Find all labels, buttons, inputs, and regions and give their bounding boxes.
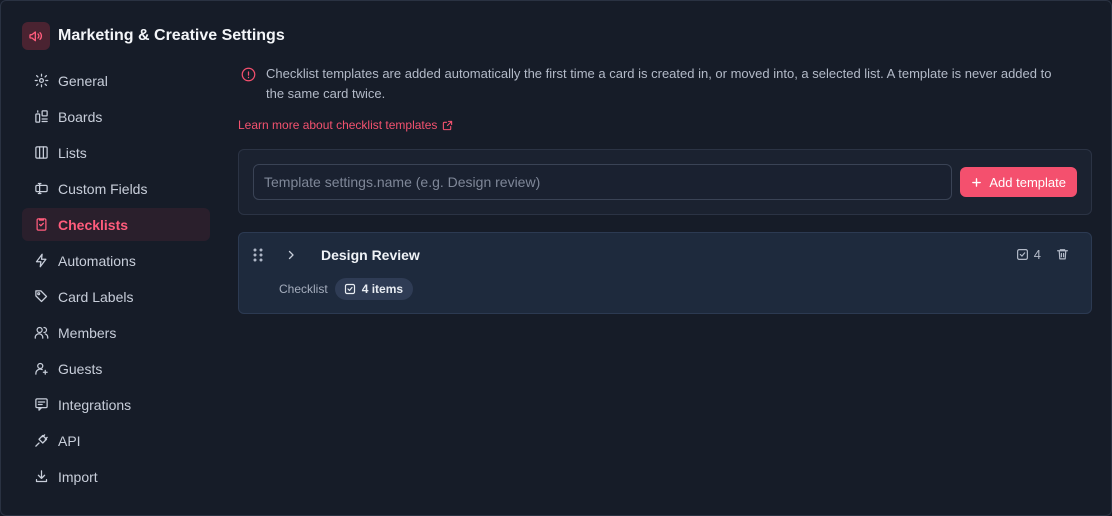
sidebar-item-api[interactable]: API: [22, 424, 210, 457]
info-icon: [241, 67, 256, 82]
sidebar-item-label: Automations: [58, 252, 136, 269]
sidebar-item-general[interactable]: General: [22, 64, 210, 97]
add-template-label: Add template: [989, 174, 1066, 190]
template-details: Checklist 4 items: [279, 278, 414, 300]
template-name: Design Review: [321, 247, 420, 263]
user-plus-icon: [35, 362, 48, 375]
sidebar-item-label: Integrations: [58, 396, 132, 413]
sidebar-item-label: Boards: [58, 108, 103, 125]
integrations-icon: [35, 398, 48, 411]
template-count-value: 4: [1033, 247, 1041, 262]
checkbox-icon: [1016, 249, 1028, 260]
sidebar-item-checklists[interactable]: Checklists: [22, 208, 210, 241]
checklist-settings-content: Checklist templates are added automatica…: [238, 64, 1092, 314]
sidebar-item-label: Checklists: [58, 216, 129, 233]
lists-icon: [35, 146, 48, 159]
sidebar-item-import[interactable]: Import: [22, 460, 210, 493]
checklist-icon: [36, 218, 47, 231]
users-icon: [34, 326, 49, 339]
sidebar-item-members[interactable]: Members: [22, 316, 210, 349]
info-notice: Checklist templates are added automatica…: [238, 64, 1092, 104]
settings-panel: Marketing & Creative Settings General Bo…: [0, 0, 1112, 516]
plug-icon: [35, 434, 48, 447]
sidebar-item-card-labels[interactable]: Card Labels: [22, 280, 210, 313]
learn-more-label: Learn more about checklist templates: [238, 118, 438, 132]
page-title: Marketing & Creative Settings: [58, 27, 285, 44]
tag-icon: [35, 290, 48, 303]
megaphone-icon: [22, 22, 50, 50]
learn-more-link[interactable]: Learn more about checklist templates: [238, 118, 453, 132]
template-item-count: 4: [1016, 247, 1041, 262]
boards-icon: [35, 110, 48, 123]
external-link-icon: [443, 120, 453, 130]
info-text: Checklist templates are added automatica…: [266, 66, 1052, 101]
custom-fields-icon: [35, 182, 48, 195]
items-badge-label: 4 items: [361, 282, 404, 296]
sidebar-item-boards[interactable]: Boards: [22, 100, 210, 133]
add-template-form: Add template: [238, 149, 1092, 215]
sidebar-item-label: Import: [58, 468, 98, 485]
sidebar-item-lists[interactable]: Lists: [22, 136, 210, 169]
sidebar-item-label: Custom Fields: [58, 180, 148, 197]
template-card: Design Review 4 Checklist 4 items: [238, 232, 1092, 314]
sidebar-item-label: Lists: [58, 144, 87, 161]
sidebar-item-label: Card Labels: [58, 288, 134, 305]
items-badge: 4 items: [334, 278, 414, 300]
sidebar-item-custom-fields[interactable]: Custom Fields: [22, 172, 210, 205]
drag-handle-icon[interactable]: [253, 248, 263, 267]
download-icon: [35, 470, 48, 483]
page-header: Marketing & Creative Settings: [22, 22, 285, 50]
sidebar-item-label: General: [58, 72, 108, 89]
template-name-input[interactable]: [253, 164, 953, 200]
sidebar-item-guests[interactable]: Guests: [22, 352, 210, 385]
add-template-button[interactable]: Add template: [960, 167, 1077, 197]
template-type: Checklist: [279, 282, 328, 296]
plus-icon: [972, 177, 982, 187]
sidebar-item-label: API: [58, 432, 81, 449]
sidebar-item-integrations[interactable]: Integrations: [22, 388, 210, 421]
sidebar-item-label: Guests: [58, 360, 103, 377]
lightning-icon: [35, 253, 47, 268]
chevron-right-icon[interactable]: [285, 248, 297, 267]
checkbox-icon: [344, 283, 355, 295]
gear-icon: [34, 73, 49, 88]
delete-template-icon[interactable]: [1056, 247, 1069, 266]
settings-sidebar: General Boards Lists Custom Fields Check…: [22, 64, 210, 496]
sidebar-item-automations[interactable]: Automations: [22, 244, 210, 277]
sidebar-item-label: Members: [58, 324, 117, 341]
